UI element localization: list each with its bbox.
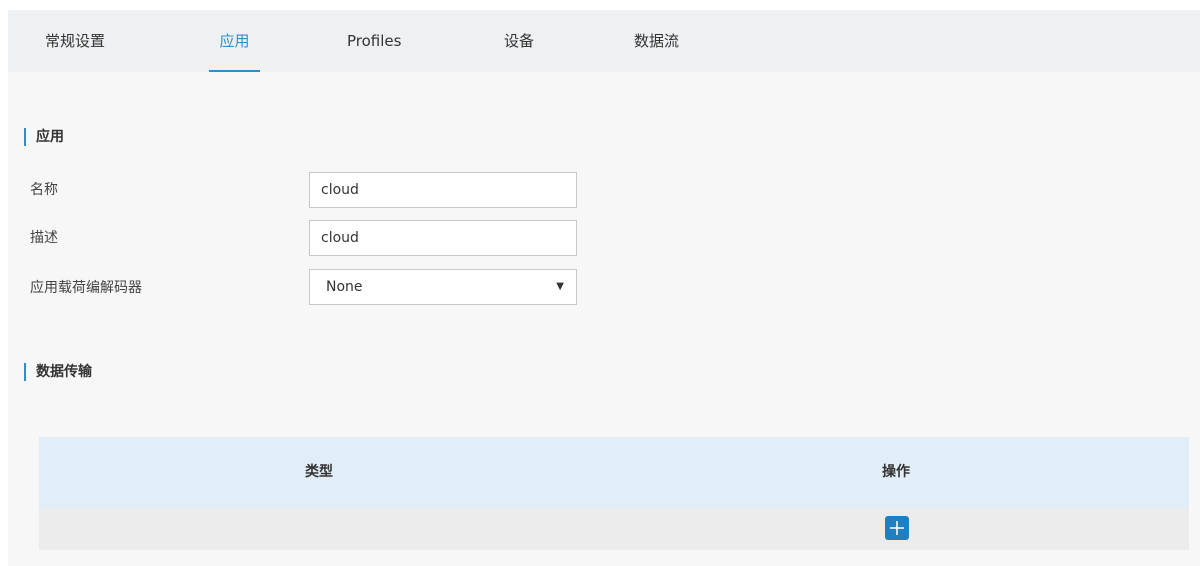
transfer-section-title: 数据传输 [24,363,92,381]
tab-data-flow[interactable]: 数据流 [634,10,679,72]
plus-icon [890,521,904,535]
codec-select[interactable]: None ▼ [309,269,577,305]
name-input[interactable] [309,172,577,208]
tab-profiles[interactable]: Profiles [347,10,401,72]
description-input[interactable] [309,220,577,256]
name-label: 名称 [30,182,58,198]
codec-label: 应用载荷编解码器 [30,280,142,296]
tab-general-settings[interactable]: 常规设置 [45,10,105,72]
tab-application[interactable]: 应用 [209,10,260,72]
chevron-down-icon: ▼ [556,281,564,292]
page: 常规设置 应用 Profiles 设备 数据流 应用 名称 描述 应用载荷编解码… [8,10,1200,566]
transfer-table: 类型 操作 [39,437,1189,550]
column-header-type: 类型 [305,464,333,480]
codec-select-value: None [326,279,363,295]
add-button[interactable] [885,516,909,540]
table-header: 类型 操作 [39,437,1189,508]
tab-devices[interactable]: 设备 [504,10,534,72]
description-label: 描述 [30,230,58,246]
app-section-title: 应用 [24,128,64,146]
table-row [39,508,1189,550]
column-header-actions: 操作 [882,464,910,480]
tab-bar: 常规设置 应用 Profiles 设备 数据流 [8,10,1200,72]
